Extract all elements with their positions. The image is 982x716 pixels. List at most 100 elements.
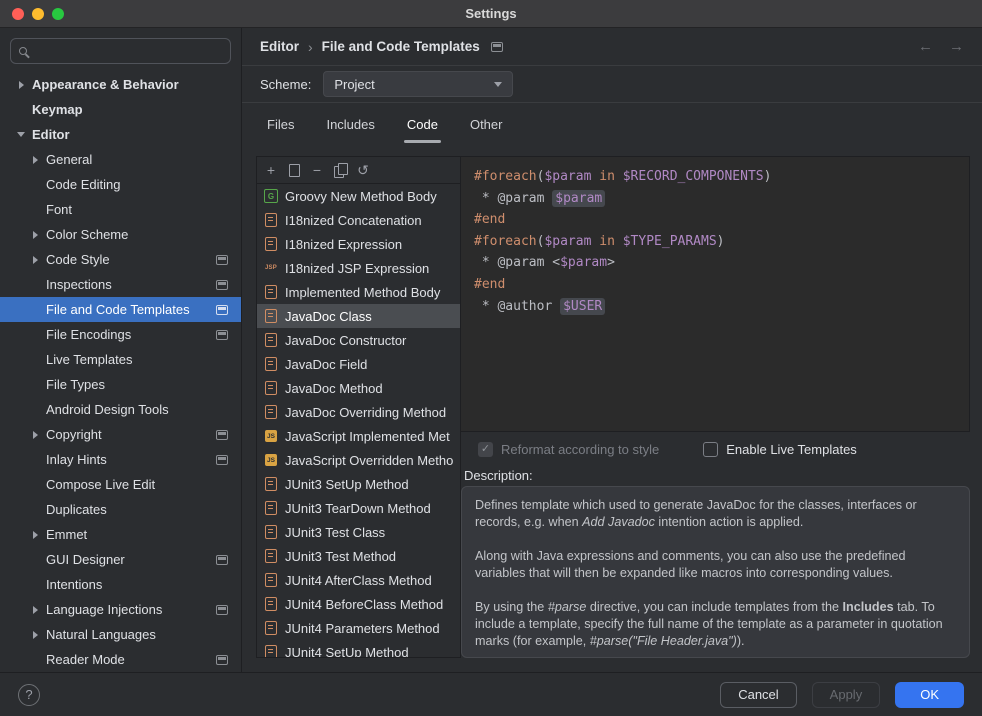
template-item-groovy-new-method-body[interactable]: Groovy New Method Body (257, 184, 460, 208)
sidebar-item-file-types[interactable]: File Types (0, 372, 241, 397)
sidebar-item-duplicates[interactable]: Duplicates (0, 497, 241, 522)
sidebar-item-natural-languages[interactable]: Natural Languages (0, 622, 241, 647)
close-button[interactable] (12, 8, 24, 20)
sidebar-item-file-encodings[interactable]: File Encodings (0, 322, 241, 347)
template-item-javadoc-class[interactable]: JavaDoc Class (257, 304, 460, 328)
sidebar-item-reader-mode[interactable]: Reader Mode (0, 647, 241, 672)
monitor-icon (216, 430, 228, 440)
sidebar-item-intentions[interactable]: Intentions (0, 572, 241, 597)
checkbox-unchecked-icon (703, 442, 718, 457)
remove-template-button[interactable]: − (309, 162, 325, 178)
sidebar-item-live-templates[interactable]: Live Templates (0, 347, 241, 372)
sidebar-item-label: Reader Mode (46, 652, 125, 667)
sidebar-item-keymap[interactable]: Keymap (0, 97, 241, 122)
sidebar-item-gui-designer[interactable]: GUI Designer (0, 547, 241, 572)
sidebar-item-label: Code Editing (46, 177, 120, 192)
template-item-junit3-setup-method[interactable]: JUnit3 SetUp Method (257, 472, 460, 496)
template-item-javadoc-overriding-method[interactable]: JavaDoc Overriding Method (257, 400, 460, 424)
sidebar-item-copyright[interactable]: Copyright (0, 422, 241, 447)
sidebar-item-label: Live Templates (46, 352, 132, 367)
js-file-icon (264, 429, 278, 443)
tpl-file-icon (264, 333, 278, 347)
create-child-template-button[interactable] (286, 162, 302, 178)
back-button[interactable]: ← (918, 39, 933, 54)
code-line: #foreach($param in $TYPE_PARAMS) (474, 231, 956, 253)
breadcrumb-item-editor[interactable]: Editor (260, 39, 299, 54)
template-item-i18nized-jsp-expression[interactable]: I18nized JSP Expression (257, 256, 460, 280)
sidebar-item-compose-live-edit[interactable]: Compose Live Edit (0, 472, 241, 497)
template-list: Groovy New Method Body I18nized Concatena… (257, 184, 460, 657)
sidebar-item-emmet[interactable]: Emmet (0, 522, 241, 547)
template-item-javadoc-method[interactable]: JavaDoc Method (257, 376, 460, 400)
description-label: Description: (461, 464, 970, 486)
settings-search-input[interactable] (34, 44, 222, 59)
template-item-label: I18nized Concatenation (285, 213, 422, 228)
history-nav: ← → (918, 39, 964, 54)
template-item-junit4-parameters-method[interactable]: JUnit4 Parameters Method (257, 616, 460, 640)
help-button[interactable]: ? (18, 684, 40, 706)
sidebar-item-inspections[interactable]: Inspections (0, 272, 241, 297)
sidebar-item-color-scheme[interactable]: Color Scheme (0, 222, 241, 247)
sidebar-item-editor[interactable]: Editor (0, 122, 241, 147)
template-item-junit4-beforeclass-method[interactable]: JUnit4 BeforeClass Method (257, 592, 460, 616)
templates-panels: + − ↺ Groovy New Method Body I18nized Conca… (256, 156, 970, 658)
tab-other[interactable]: Other (467, 103, 506, 145)
sidebar-item-font[interactable]: Font (0, 197, 241, 222)
tab-files[interactable]: Files (264, 103, 297, 145)
sidebar-item-general[interactable]: General (0, 147, 241, 172)
cancel-button[interactable]: Cancel (720, 682, 796, 708)
chevron-right-icon[interactable] (33, 431, 38, 439)
zoom-button[interactable] (52, 8, 64, 20)
template-item-javadoc-field[interactable]: JavaDoc Field (257, 352, 460, 376)
sidebar-item-inlay-hints[interactable]: Inlay Hints (0, 447, 241, 472)
template-item-i18nized-concatenation[interactable]: I18nized Concatenation (257, 208, 460, 232)
search-icon (19, 47, 27, 55)
template-item-junit4-afterclass-method[interactable]: JUnit4 AfterClass Method (257, 568, 460, 592)
template-item-javadoc-constructor[interactable]: JavaDoc Constructor (257, 328, 460, 352)
template-item-implemented-method-body[interactable]: Implemented Method Body (257, 280, 460, 304)
tab-code[interactable]: Code (404, 103, 441, 145)
sidebar-item-file-and-code-templates[interactable]: File and Code Templates (0, 297, 241, 322)
sidebar-item-code-editing[interactable]: Code Editing (0, 172, 241, 197)
tab-includes[interactable]: Includes (323, 103, 377, 145)
template-item-junit4-setup-method[interactable]: JUnit4 SetUp Method (257, 640, 460, 657)
description-box[interactable]: Defines template which used to generate … (461, 486, 970, 658)
reset-template-button[interactable]: ↺ (355, 162, 371, 178)
template-item-i18nized-expression[interactable]: I18nized Expression (257, 232, 460, 256)
chevron-right-icon[interactable] (33, 231, 38, 239)
template-item-javascript-implemented-met[interactable]: JavaScript Implemented Met (257, 424, 460, 448)
chevron-right-icon[interactable] (33, 156, 38, 164)
template-editor[interactable]: #foreach($param in $RECORD_COMPONENTS) *… (461, 156, 970, 432)
copy-template-button[interactable] (332, 162, 348, 178)
template-item-junit3-test-class[interactable]: JUnit3 Test Class (257, 520, 460, 544)
sidebar-item-label: Appearance & Behavior (32, 77, 179, 92)
chevron-down-icon[interactable] (17, 132, 25, 137)
ok-button[interactable]: OK (895, 682, 964, 708)
chevron-right-icon[interactable] (33, 606, 38, 614)
enable-live-templates-checkbox[interactable]: Enable Live Templates (703, 442, 857, 457)
scheme-select[interactable]: Project (323, 71, 513, 97)
sidebar-item-android-design-tools[interactable]: Android Design Tools (0, 397, 241, 422)
sidebar-item-label: File Types (46, 377, 105, 392)
template-item-junit3-test-method[interactable]: JUnit3 Test Method (257, 544, 460, 568)
description-paragraph: Defines template which used to generate … (475, 497, 956, 531)
chevron-right-icon[interactable] (19, 81, 24, 89)
sidebar-item-language-injections[interactable]: Language Injections (0, 597, 241, 622)
sidebar-item-appearance-behavior[interactable]: Appearance & Behavior (0, 72, 241, 97)
template-item-label: JUnit4 SetUp Method (285, 645, 409, 658)
add-template-button[interactable]: + (263, 162, 279, 178)
chevron-slot (12, 81, 30, 89)
minimize-button[interactable] (32, 8, 44, 20)
chevron-right-icon[interactable] (33, 631, 38, 639)
tpl-file-icon (264, 309, 278, 323)
template-item-javascript-overridden-metho[interactable]: JavaScript Overridden Metho (257, 448, 460, 472)
chevron-right-icon[interactable] (33, 531, 38, 539)
template-item-junit3-teardown-method[interactable]: JUnit3 TearDown Method (257, 496, 460, 520)
chevron-right-icon[interactable] (33, 256, 38, 264)
template-item-label: I18nized Expression (285, 237, 402, 252)
reformat-checkbox[interactable]: Reformat according to style (478, 442, 659, 457)
forward-button[interactable]: → (949, 39, 964, 54)
sidebar-item-code-style[interactable]: Code Style (0, 247, 241, 272)
apply-button[interactable]: Apply (812, 682, 881, 708)
search-box[interactable] (10, 38, 231, 64)
